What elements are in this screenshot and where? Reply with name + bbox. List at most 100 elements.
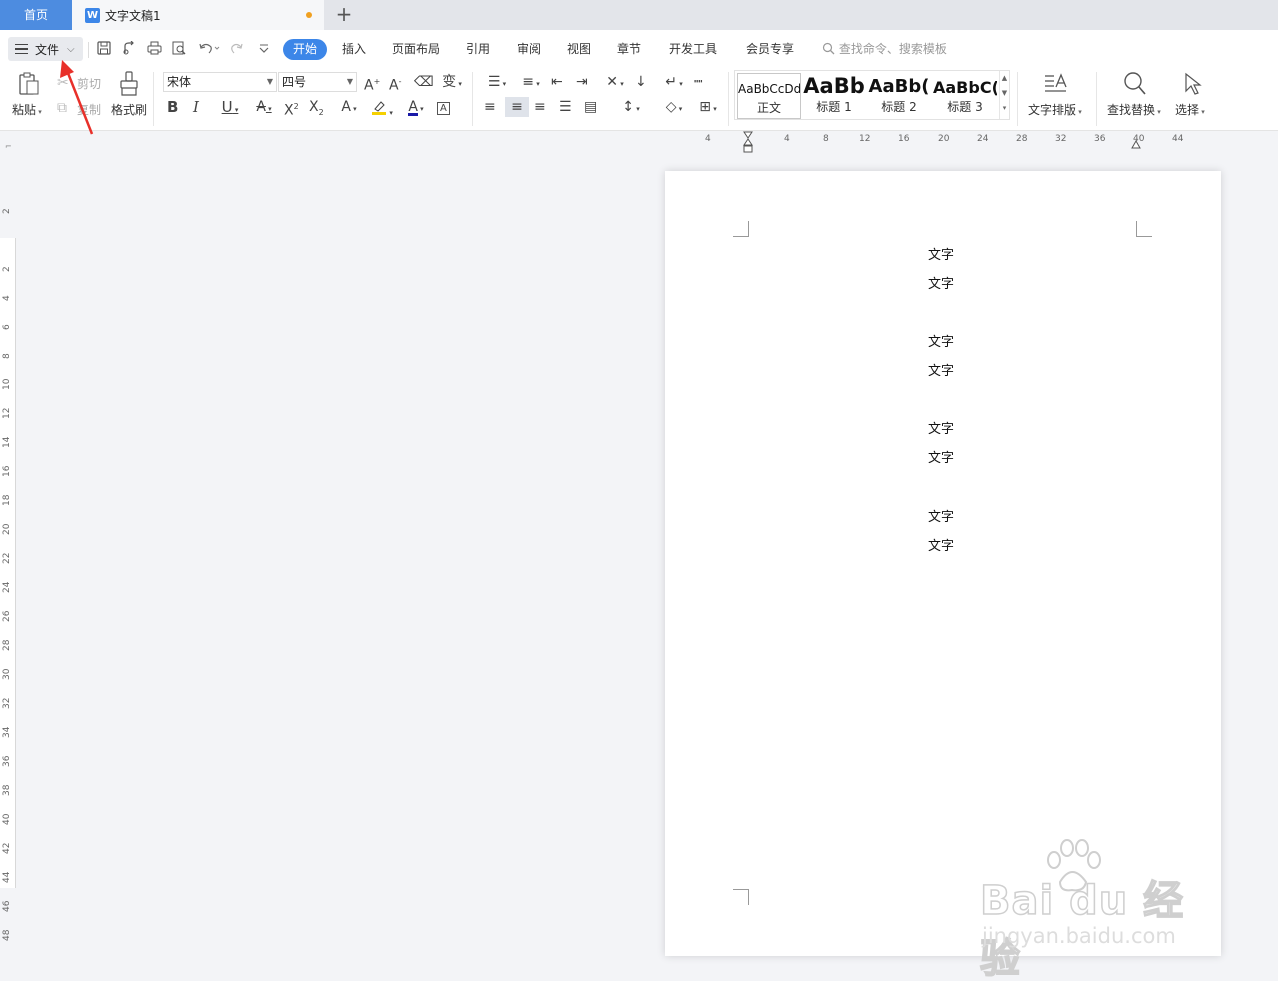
font-color-icon[interactable]: A ▾ — [403, 99, 429, 117]
text-layout-icon[interactable] — [1044, 72, 1067, 94]
ruler-mark: 20 — [2, 523, 12, 535]
format-painter-button[interactable]: 格式刷 — [111, 101, 147, 118]
tab-member[interactable]: 会员专享 — [746, 39, 794, 60]
ruler-mark: 12 — [2, 407, 12, 419]
tab-document-label: 文字文稿1 — [105, 8, 161, 23]
italic-icon[interactable]: I — [193, 99, 199, 115]
horizontal-ruler[interactable]: ⌐ 4 4 8 12 16 20 24 28 32 36 40 44 — [0, 132, 1278, 152]
ruler-mark: 24 — [977, 134, 989, 144]
export-icon[interactable] — [121, 40, 137, 57]
select-cursor-icon[interactable] — [1183, 72, 1205, 95]
right-indent-marker[interactable] — [1131, 137, 1141, 152]
ruler-mark: 28 — [1016, 134, 1028, 144]
tab-references[interactable]: 引用 — [466, 39, 490, 60]
bullet-list-icon[interactable]: ☰ ▾ — [483, 74, 511, 92]
ruler-mark: 44 — [1172, 134, 1184, 144]
underline-icon[interactable]: U ▾ — [217, 99, 243, 118]
tab-home[interactable]: 首页 — [0, 0, 72, 30]
superscript-icon[interactable]: X2 — [284, 99, 299, 119]
ruler-mark: 36 — [1094, 134, 1106, 144]
bold-icon[interactable]: B — [167, 99, 178, 115]
command-search[interactable]: 查找命令、搜索模板 — [822, 39, 947, 60]
format-painter-icon[interactable] — [119, 71, 141, 96]
ruler-mark: 14 — [2, 436, 12, 448]
ruler-mark: 46 — [2, 900, 12, 912]
chinese-layout-icon[interactable]: ✕ ▾ — [601, 74, 629, 92]
align-right-icon[interactable]: ≡ — [534, 99, 546, 115]
select-button[interactable]: 选择 ▾ — [1175, 101, 1205, 118]
find-replace-icon[interactable] — [1123, 71, 1146, 95]
show-marks-icon[interactable]: ↵ ▾ — [660, 74, 688, 92]
gallery-scroll[interactable]: ▲ ▼ ▾ — [999, 71, 1009, 119]
text-line[interactable]: 文字 — [928, 331, 954, 350]
sort-icon[interactable]: ↓ — [635, 74, 647, 90]
text-layout-button[interactable]: 文字排版 ▾ — [1028, 101, 1082, 118]
numbered-list-icon[interactable]: ≡ ▾ — [517, 74, 545, 92]
tab-developer[interactable]: 开发工具 — [669, 39, 717, 60]
undo-icon[interactable] — [197, 41, 221, 57]
text-line[interactable]: 文字 — [928, 418, 954, 437]
tab-view[interactable]: 视图 — [567, 39, 591, 60]
divider — [472, 72, 473, 126]
text-line[interactable]: 文字 — [928, 506, 954, 525]
borders-icon[interactable]: ⊞ ▾ — [694, 99, 722, 117]
left-indent-marker[interactable] — [743, 131, 753, 153]
highlight-icon[interactable]: ▾ — [369, 99, 395, 121]
shrink-font-icon[interactable]: A- — [389, 74, 401, 94]
new-tab-button[interactable]: + — [334, 4, 354, 26]
tab-chapter[interactable]: 章节 — [617, 39, 641, 60]
text-line[interactable]: 文字 — [928, 447, 954, 466]
align-left-icon[interactable]: ≡ — [484, 99, 496, 115]
tab-start[interactable]: 开始 — [283, 39, 328, 60]
customize-toolbar-icon[interactable] — [256, 41, 272, 57]
divider — [1096, 72, 1097, 126]
style-heading-1[interactable]: AaBb 标题 1 — [803, 73, 865, 119]
redo-icon[interactable] — [229, 41, 245, 57]
tab-insert[interactable]: 插入 — [342, 39, 366, 60]
tab-page-layout[interactable]: 页面布局 — [392, 39, 440, 60]
ruler-mark: 2 — [2, 208, 12, 214]
style-heading-3[interactable]: AaBbC( 标题 3 — [933, 73, 997, 119]
distribute-icon[interactable]: ▤ — [584, 99, 597, 115]
find-replace-button[interactable]: 查找替换 ▾ — [1107, 101, 1161, 118]
char-border-icon[interactable]: A — [437, 99, 450, 117]
subscript-icon[interactable]: X2 — [309, 99, 324, 121]
font-name-select[interactable]: 宋体 ▼ — [163, 72, 277, 92]
text-effect-icon[interactable]: A ▾ — [336, 99, 362, 117]
phonetic-guide-icon[interactable]: 变 ▾ — [438, 74, 466, 92]
file-menu-label: 文件 — [35, 42, 60, 57]
tab-review[interactable]: 审阅 — [517, 39, 541, 60]
text-line[interactable]: 文字 — [928, 244, 954, 263]
text-line[interactable]: 文字 — [928, 273, 954, 292]
ruler-mark: 26 — [2, 610, 12, 622]
font-size-select[interactable]: 四号 ▼ — [278, 72, 357, 92]
ruler-toggle-icon[interactable]: ┉ — [694, 74, 702, 90]
line-spacing-icon[interactable]: ↕ ▾ — [617, 99, 645, 117]
style-heading-2[interactable]: AaBb( 标题 2 — [867, 73, 931, 119]
ruler-mark: 20 — [938, 134, 950, 144]
divider — [88, 42, 89, 58]
menu-bar: 文件 ⌵ 开始 插入 页面布局 引用 审阅 视图 章节 开发工具 会员专享 查找… — [0, 30, 1278, 68]
ruler-mark: 2 — [2, 266, 12, 272]
print-icon[interactable] — [146, 41, 162, 57]
paste-button[interactable]: 粘贴 ▾ — [12, 101, 42, 118]
save-icon[interactable] — [96, 41, 112, 57]
clear-format-icon[interactable]: ⌫ — [414, 74, 434, 90]
text-line[interactable]: 文字 — [928, 535, 954, 554]
justify-icon[interactable]: ☰ — [559, 99, 572, 115]
divider — [153, 72, 154, 126]
shading-icon[interactable]: ◇ ▾ — [660, 99, 688, 117]
increase-indent-icon[interactable]: ⇥ — [576, 74, 588, 90]
decrease-indent-icon[interactable]: ⇤ — [551, 74, 563, 90]
paste-icon[interactable] — [18, 72, 40, 95]
align-center-icon[interactable]: ≡ — [505, 97, 529, 117]
grow-font-icon[interactable]: A+ — [364, 74, 380, 94]
strikethrough-icon[interactable]: A ▾ — [251, 99, 277, 117]
style-normal[interactable]: AaBbCcDd 正文 — [737, 73, 801, 119]
print-preview-icon[interactable] — [171, 41, 187, 57]
vertical-ruler[interactable]: 2 2 4 6 8 10 12 14 16 18 20 22 24 26 28 … — [0, 152, 16, 981]
ruler-mark: 10 — [2, 378, 12, 390]
tab-document[interactable]: W 文字文稿1 — [72, 0, 324, 30]
tab-stop-selector[interactable]: ⌐ — [5, 142, 12, 151]
text-line[interactable]: 文字 — [928, 360, 954, 379]
